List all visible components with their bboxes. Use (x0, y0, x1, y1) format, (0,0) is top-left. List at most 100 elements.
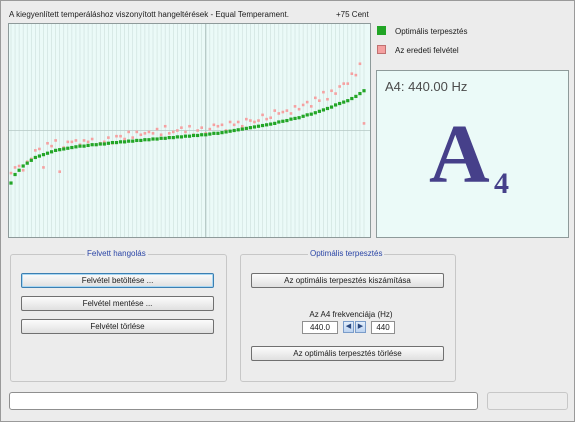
original-point-8 (38, 147, 41, 151)
optimal-point-15 (66, 146, 70, 150)
optimal-point-56 (232, 128, 236, 133)
original-point-44 (184, 130, 187, 134)
optimal-point-31 (131, 139, 135, 143)
original-point-39 (163, 124, 167, 128)
optimal-stretch-group: Optimális terpesztés Az optimális terpes… (240, 250, 456, 382)
optimal-point-79 (325, 106, 330, 111)
original-point-73 (301, 103, 305, 107)
optimal-point-49 (204, 133, 208, 137)
optimal-point-52 (216, 131, 220, 135)
original-point-42 (176, 129, 179, 132)
original-point-4 (21, 168, 25, 172)
original-point-19 (82, 139, 86, 142)
recorded-tuning-legend: Felvett hangolás (87, 249, 146, 258)
original-point-84 (346, 82, 350, 85)
save-recording-button[interactable]: Felvétel mentése ... (21, 296, 214, 311)
original-point-28 (119, 134, 122, 138)
status-text-field[interactable] (9, 392, 478, 410)
optimal-point-88 (362, 89, 366, 93)
legend-label-original: Az eredeti felvétel (395, 46, 459, 55)
original-point-66 (273, 109, 277, 112)
optimal-point-35 (147, 138, 151, 142)
original-point-3 (17, 164, 21, 168)
optimal-point-62 (256, 124, 261, 128)
original-point-56 (232, 123, 236, 127)
original-point-10 (46, 141, 49, 145)
calculate-optimal-stretch-button[interactable]: Az optimális terpesztés kiszámítása (251, 273, 444, 288)
optimal-point-73 (301, 114, 305, 118)
optimal-point-2 (13, 172, 17, 177)
optimal-point-46 (191, 133, 196, 138)
original-point-61 (253, 120, 256, 124)
original-point-21 (90, 137, 94, 141)
load-recording-button[interactable]: Felvétel betöltése ... (21, 273, 214, 288)
legend-swatch-original (377, 45, 386, 54)
optimal-point-81 (333, 103, 338, 107)
original-point-71 (293, 105, 297, 108)
optimal-point-80 (329, 105, 334, 109)
original-point-74 (305, 100, 309, 104)
original-point-25 (107, 136, 110, 139)
optimal-point-23 (98, 142, 102, 146)
optimal-point-42 (175, 135, 179, 139)
delete-optimal-stretch-button[interactable]: Az optimális terpesztés törlése (251, 346, 444, 361)
optimal-point-8 (37, 154, 42, 158)
legend-swatch-optimal (377, 26, 386, 35)
optimal-point-60 (248, 126, 252, 130)
increase-frequency-button[interactable]: ▶ (355, 321, 366, 333)
optimal-point-75 (309, 112, 313, 116)
original-point-15 (66, 140, 70, 144)
optimal-point-76 (313, 111, 317, 115)
original-point-58 (240, 124, 244, 128)
original-point-47 (196, 129, 199, 132)
note-letter: A (429, 108, 490, 201)
original-point-76 (314, 96, 317, 100)
chevron-left-icon: ◀ (345, 323, 352, 330)
optimal-point-7 (33, 155, 37, 160)
note-display: A4: 440.00 Hz A 4 (376, 70, 569, 238)
optimal-point-25 (106, 141, 110, 145)
original-point-35 (147, 130, 151, 134)
main-window: A kiegyenlített temperáláshoz viszonyíto… (0, 0, 575, 422)
original-point-2 (13, 166, 17, 169)
delete-recording-button[interactable]: Felvétel törlése (21, 319, 214, 334)
optimal-point-34 (143, 138, 147, 142)
original-point-43 (180, 126, 183, 129)
optimal-point-71 (293, 116, 297, 121)
original-point-57 (236, 120, 240, 124)
optimal-point-21 (90, 143, 94, 147)
original-point-88 (362, 122, 366, 125)
optimal-point-38 (159, 136, 163, 140)
optimal-point-40 (167, 136, 171, 140)
original-point-30 (127, 130, 130, 134)
original-point-33 (139, 133, 143, 137)
optimal-point-50 (208, 132, 212, 136)
original-point-51 (212, 123, 216, 127)
original-point-79 (326, 97, 329, 101)
original-point-48 (200, 126, 204, 129)
optimal-point-22 (94, 143, 98, 147)
optimal-point-51 (212, 131, 216, 135)
optimal-point-45 (187, 134, 192, 138)
original-point-72 (297, 107, 301, 111)
deviation-chart (8, 23, 371, 238)
a4-frequency-input[interactable]: 440.0 (302, 321, 338, 334)
decrease-frequency-button[interactable]: ◀ (343, 321, 354, 333)
optimal-point-55 (228, 129, 232, 133)
optimal-point-44 (183, 134, 188, 138)
original-point-37 (155, 127, 159, 131)
optimal-point-84 (346, 99, 350, 103)
optimal-point-72 (297, 116, 301, 120)
a4-frequency-value-field[interactable]: 440 (371, 321, 395, 334)
optimal-point-20 (86, 143, 90, 148)
original-point-78 (322, 90, 325, 94)
legend-label-optimal: Optimális terpesztés (395, 27, 468, 36)
original-point-45 (188, 124, 191, 128)
original-point-9 (42, 166, 45, 169)
original-point-60 (249, 119, 252, 122)
original-point-13 (58, 170, 61, 173)
original-point-31 (131, 136, 135, 139)
optimal-point-39 (163, 136, 167, 140)
optimal-point-63 (260, 123, 265, 128)
original-point-68 (281, 110, 285, 114)
